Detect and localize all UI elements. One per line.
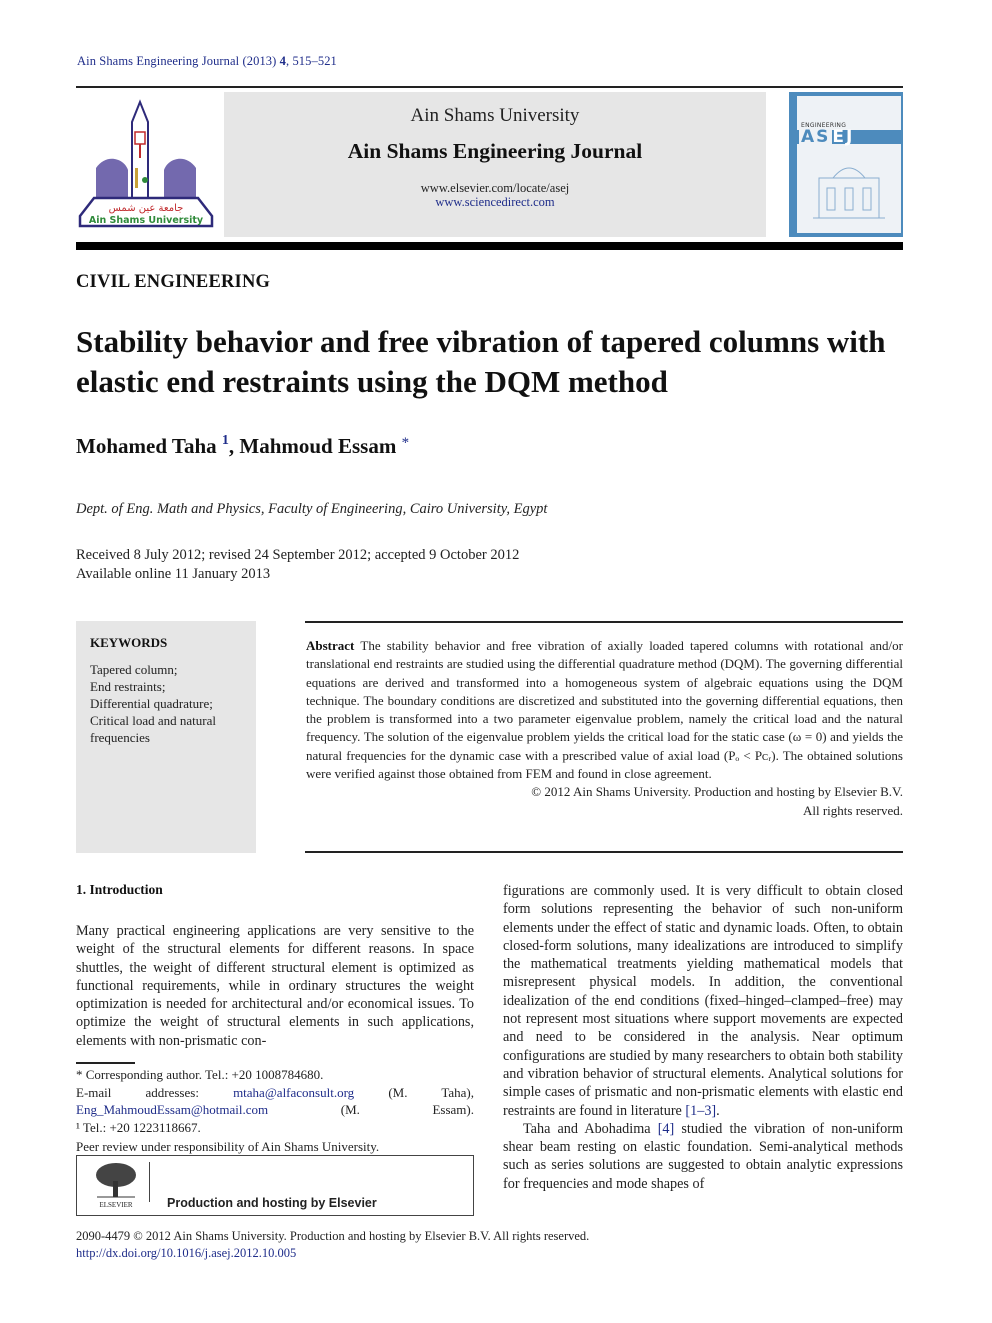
keywords-heading: KEYWORDS: [90, 635, 168, 650]
abstract-text: The stability behavior and free vibratio…: [306, 638, 903, 782]
doi-link[interactable]: http://dx.doi.org/10.1016/j.asej.2012.10…: [76, 1246, 296, 1260]
author-name: Mahmoud Essam: [239, 434, 397, 458]
section-category: CIVIL ENGINEERING: [76, 272, 271, 292]
abstract-top-rule: [305, 621, 903, 623]
author-name: Mohamed Taha: [76, 434, 217, 458]
page-footer: 2090-4479 © 2012 Ain Shams University. P…: [76, 1228, 589, 1262]
header-rule: [76, 86, 903, 88]
banner-sciencedirect-url[interactable]: www.sciencedirect.com: [224, 195, 766, 209]
keywords-box: KEYWORDS Tapered column; End restraints;…: [76, 621, 256, 853]
author-list: Mohamed Taha 1, Mahmoud Essam *: [76, 433, 410, 458]
available-online-date: Available online 11 January 2013: [76, 566, 271, 582]
abstract: Abstract The stability behavior and free …: [306, 637, 903, 820]
abstract-rights: All rights reserved.: [802, 802, 903, 818]
banner-journal-url[interactable]: www.elsevier.com/locate/asej: [224, 181, 766, 195]
keyword-item: End restraints;: [90, 679, 166, 694]
corresponding-author-note: * Corresponding author. Tel.: +20 100878…: [76, 1067, 324, 1082]
affiliation: Dept. of Eng. Math and Physics, Faculty …: [76, 501, 548, 517]
logo-arabic-text: جامعة عين شمس: [109, 203, 184, 214]
issn-copyright: 2090-4479 © 2012 Ain Shams University. P…: [76, 1229, 590, 1243]
email-addresses: E-mail addresses: mtaha@alfaconsult.org …: [76, 1084, 474, 1118]
introduction-heading: 1. Introduction: [76, 882, 163, 897]
citation-link[interactable]: [4]: [658, 1121, 675, 1137]
keyword-item: Tapered column;: [90, 662, 178, 677]
cover-building-illustration: [813, 167, 885, 219]
journal-banner: Ain Shams University Ain Shams Engineeri…: [224, 92, 766, 237]
ain-shams-university-logo: جامعة عين شمس Ain Shams University: [78, 99, 214, 228]
keyword-item: Differential quadrature;: [90, 696, 213, 711]
paragraph: figurations are commonly used. It is ver…: [503, 883, 903, 1119]
elsevier-hosting-label: Production and hosting by Elsevier: [167, 1196, 377, 1210]
running-head-journal: Ain Shams Engineering Journal (2013): [77, 54, 277, 68]
elsevier-wordmark: ELSEVIER: [99, 1201, 132, 1209]
author-note-1: ¹ Tel.: +20 1223118667.: [76, 1119, 201, 1135]
received-dates: Received 8 July 2012; revised 24 Septemb…: [76, 547, 520, 563]
author-footnote-link[interactable]: 1: [222, 433, 229, 448]
email-link[interactable]: mtaha@alfaconsult.org: [233, 1085, 354, 1100]
elsevier-tree-logo: ELSEVIER: [96, 1163, 136, 1209]
cover-inner: ENGINEERING AS EJ: [789, 96, 903, 233]
journal-cover-thumbnail: ENGINEERING AS EJ: [789, 92, 903, 237]
running-head: Ain Shams Engineering Journal (2013) 4, …: [77, 54, 337, 69]
elsevier-hosting-box: ELSEVIER Production and hosting by Elsev…: [76, 1155, 474, 1216]
email-link[interactable]: Eng_MahmoudEssam@hotmail.com: [76, 1102, 268, 1117]
keyword-item: Critical load and natural frequencies: [90, 713, 216, 745]
elsevier-separator: [149, 1162, 150, 1202]
abstract-copyright: © 2012 Ain Shams University. Production …: [531, 784, 903, 800]
citation-link[interactable]: [1–3]: [685, 1103, 716, 1119]
corresponding-author-link[interactable]: *: [402, 435, 410, 451]
article-history: Received 8 July 2012; revised 24 Septemb…: [76, 546, 519, 584]
body-text-left-column: Many practical engineering applications …: [76, 923, 474, 1049]
body-text-right-column: figurations are commonly used. It is ver…: [503, 882, 903, 1193]
running-head-pages: , 515–521: [286, 54, 337, 68]
banner-thick-rule: [76, 242, 903, 250]
banner-university: Ain Shams University: [410, 105, 580, 126]
abstract-bottom-rule: [305, 851, 903, 853]
cover-acronym: AS EJ: [799, 127, 855, 147]
article-title: Stability behavior and free vibration of…: [76, 324, 886, 399]
peer-review-note: Peer review under responsibility of Ain …: [76, 1139, 380, 1154]
logo-english-text: Ain Shams University: [89, 215, 204, 226]
footnotes: * Corresponding author. Tel.: +20 100878…: [76, 1066, 474, 1156]
banner-journal-name: Ain Shams Engineering Journal: [347, 139, 643, 163]
abstract-label: Abstract: [306, 638, 355, 653]
paragraph: Taha and Abohadima [4] studied the vibra…: [503, 1120, 903, 1192]
footnote-rule: [76, 1062, 135, 1064]
